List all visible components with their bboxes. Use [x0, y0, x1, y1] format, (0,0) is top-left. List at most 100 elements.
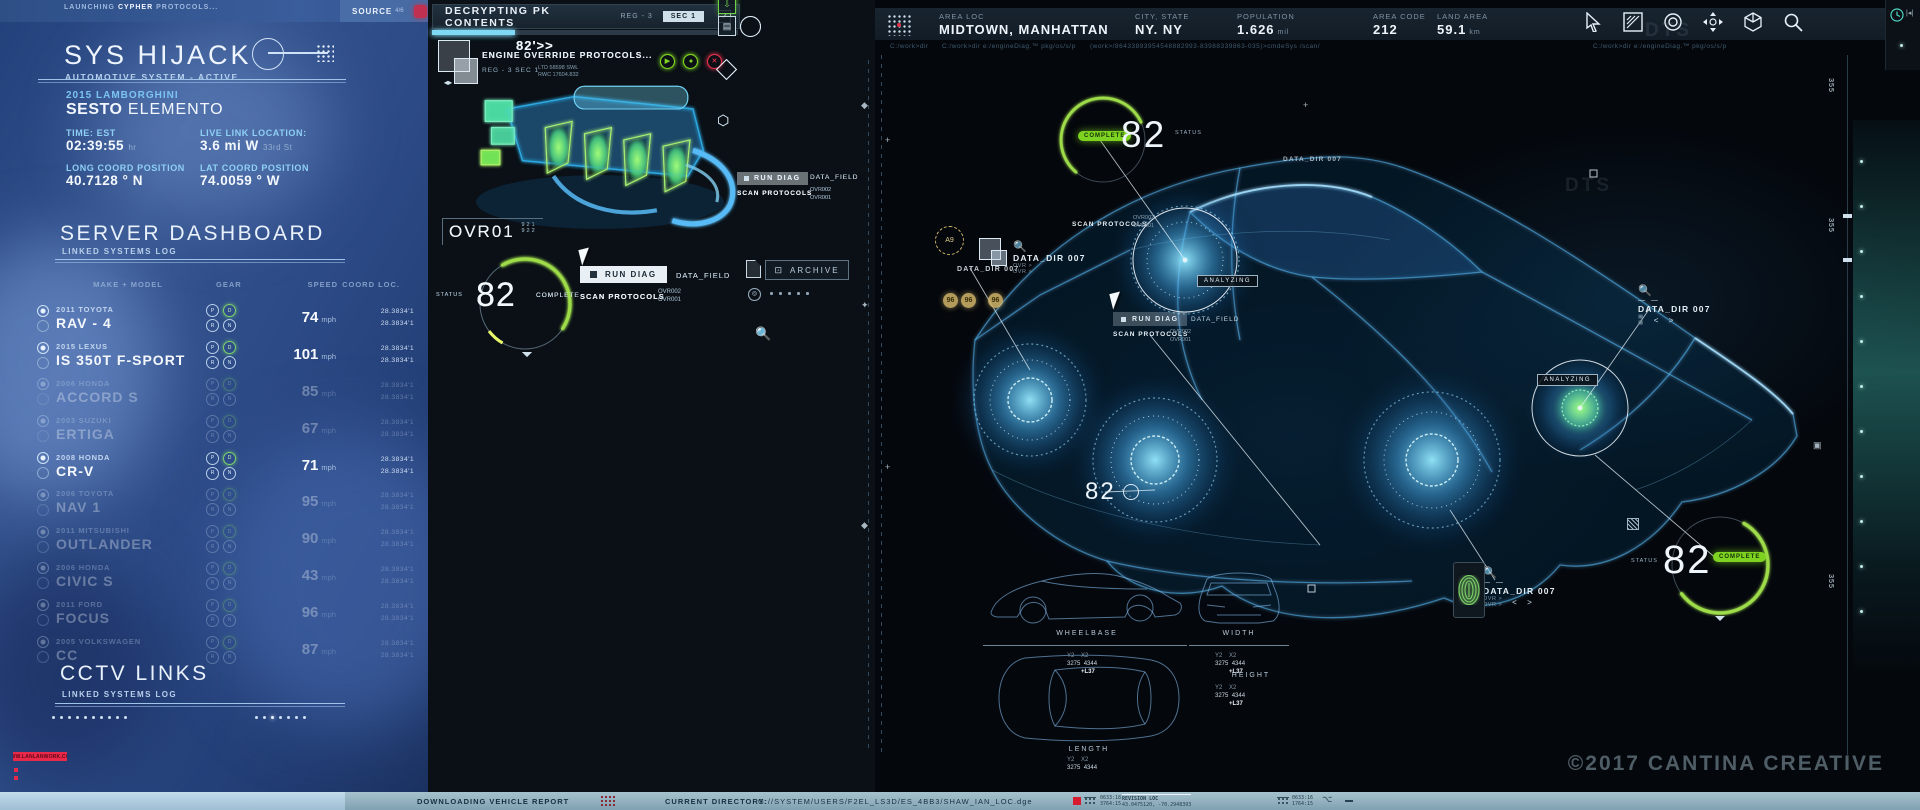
header-stat: AREA LOC MIDTOWN, MANHATTAN — [939, 12, 1135, 37]
gold-badge[interactable]: 96 — [961, 293, 976, 308]
protocol-status-text: ENGINE OVERRIDE PROTOCOLS... — [482, 50, 652, 60]
gold-badge[interactable]: 96 — [943, 293, 958, 308]
data-field-label: DATA_FIELD — [810, 174, 858, 181]
record-indicator — [1073, 797, 1081, 805]
section-title-server-dashboard: SERVER DASHBOARD — [60, 222, 325, 246]
data-dir-label[interactable]: DATA_DIR 007 — [957, 258, 1019, 276]
data-dir-block[interactable]: 🔍 DATA_DIR 007 OVR >OVR > — [1013, 240, 1086, 275]
table-row[interactable]: 2006 HONDA CIVIC S PDRN 43mph 28.3834'12… — [30, 558, 422, 595]
vehicle-year-make: 2011 TOYOTA — [56, 305, 206, 314]
row-status-icons[interactable] — [30, 305, 56, 332]
tree-icon: ⌥ — [1322, 794, 1332, 805]
dot-matrix-icon — [600, 795, 616, 807]
source-chip[interactable]: SOURCE 4/6 — [340, 0, 428, 22]
data-dir-block[interactable]: 🔍 — — DATA_DIR 007 OVR >OVR > < > — [1483, 566, 1556, 608]
prev-next-arrows[interactable]: < > — [1512, 598, 1536, 607]
cube-tool-icon[interactable] — [1741, 12, 1765, 34]
module-header[interactable]: DECRYPTING PK CONTENTS REG - 3 SEC 1 ✓ — [432, 4, 740, 29]
current-directory-path[interactable]: G://SYSTEM/USERS/F2EL_LS3D/ES_4BB3/SHAW_… — [758, 797, 1033, 806]
section-subtitle: LINKED SYSTEMS LOG — [62, 690, 177, 699]
table-header: MAKE + MODEL GEAR SPEED COORD LOC. — [40, 280, 400, 289]
scan-protocols-label: SCAN PROTOCOLS — [737, 190, 812, 197]
run-diag-button[interactable]: RUN DIAG — [580, 266, 667, 283]
table-row[interactable]: 2008 HONDA CR-V PDRN 71mph 28.3834'128.3… — [30, 447, 422, 484]
vehicle-coords: 28.3834'128.3834'1 — [336, 601, 414, 625]
source-record-icon[interactable] — [414, 5, 427, 18]
col-speed: SPEED — [274, 280, 338, 289]
vehicle-speed: 67mph — [264, 420, 336, 438]
table-row[interactable]: 2006 TOYOTA NAV 1 PDRN 95mph 28.3834'128… — [30, 484, 422, 521]
gear-indicator[interactable]: PDRN — [206, 599, 264, 627]
fingerprint-scanner[interactable] — [1453, 562, 1485, 618]
vehicle-model: FOCUS — [56, 610, 206, 626]
radio-icon[interactable]: ◎ — [748, 288, 761, 301]
sec-badge[interactable]: SEC 1 — [663, 11, 704, 22]
gear-indicator[interactable]: PDRN — [206, 378, 264, 406]
row-status-icons[interactable] — [30, 452, 56, 479]
cctv-dots-left[interactable] — [52, 716, 127, 719]
row-status-icons[interactable] — [30, 636, 56, 663]
image-tool-icon[interactable] — [1621, 12, 1645, 34]
circle-indicator-icon[interactable] — [740, 16, 761, 37]
row-status-icons[interactable] — [30, 489, 56, 516]
download-icon[interactable]: ⇩ — [718, 0, 736, 14]
cube-icon[interactable]: ⬡ — [717, 112, 729, 129]
table-row[interactable]: 2003 SUZUKI ERTIGA PDRN 67mph 28.3834'12… — [30, 410, 422, 447]
pointer-tool-icon[interactable] — [1581, 12, 1605, 34]
vehicle-year-make: 2006 HONDA — [56, 563, 206, 572]
table-row[interactable]: 2015 LEXUS IS 350T F-SPORT PDRN 101mph 2… — [30, 337, 422, 374]
module-title: DECRYPTING PK CONTENTS — [445, 5, 620, 29]
vehicle-model: RAV - 4 — [56, 315, 206, 331]
decrypt-module: DECRYPTING PK CONTENTS REG - 3 SEC 1 ✓ 8… — [428, 0, 875, 378]
table-row[interactable]: 2011 MITSUBISHI OUTLANDER PDRN 90mph 28.… — [30, 521, 422, 558]
gear-indicator[interactable]: PDRN — [206, 341, 264, 369]
row-status-icons[interactable] — [30, 562, 56, 589]
gear-indicator[interactable]: PDRN — [206, 415, 264, 443]
table-row[interactable]: 2006 HONDA ACCORD S PDRN 85mph 28.3834'1… — [30, 374, 422, 411]
vehicle-year-make: 2006 HONDA — [56, 379, 206, 388]
a9-marker[interactable]: A9 — [935, 226, 964, 255]
row-status-icons[interactable] — [30, 526, 56, 553]
archive-button[interactable]: ⊡ARCHIVE — [765, 260, 849, 280]
file-icon[interactable] — [746, 260, 761, 278]
row-status-icons[interactable] — [30, 378, 56, 405]
table-row[interactable]: 2011 FORD FOCUS PDRN 96mph 28.3834'128.3… — [30, 594, 422, 631]
folder-icon[interactable] — [991, 250, 1007, 266]
gear-indicator[interactable]: PDRN — [206, 562, 264, 590]
confirm-button[interactable]: ● — [683, 54, 698, 69]
sync-circle-icon — [252, 38, 284, 70]
run-diag-button-overlay[interactable]: RUN DIAG — [737, 172, 808, 185]
vehicle-coords: 28.3834'128.3834'1 — [336, 380, 414, 404]
move-tool-icon[interactable] — [1701, 12, 1725, 34]
magnifier-icon[interactable]: 🔍 — [1013, 240, 1086, 253]
run-diag-button[interactable]: RUN DIAG — [1113, 312, 1187, 326]
gear-indicator[interactable]: PDRN — [206, 636, 264, 664]
stat-long-coord: LONG COORD POSITION 40.7128 ° N — [66, 163, 185, 188]
measure-block: Y2 X2 3275 4344 +L37 — [1215, 684, 1245, 708]
gear-indicator[interactable]: PDRN — [206, 525, 264, 553]
vehicle-speed: 74mph — [264, 309, 336, 327]
gear-indicator[interactable]: PDRN — [206, 488, 264, 516]
search-tool-icon[interactable] — [1781, 12, 1805, 34]
row-status-icons[interactable] — [30, 415, 56, 442]
magnifier-icon[interactable]: 🔍 — [755, 326, 771, 342]
row-status-icons[interactable] — [30, 342, 56, 369]
vehicle-speed: 90mph — [264, 530, 336, 548]
gear-indicator[interactable]: PDRN — [206, 304, 264, 332]
vehicle-speed: 71mph — [264, 457, 336, 475]
cctv-dots-right[interactable] — [255, 716, 306, 719]
row-status-icons[interactable] — [30, 599, 56, 626]
gear-indicator[interactable]: PDRN — [206, 452, 264, 480]
data-dir-block[interactable]: 🔍 — — DATA_DIR 007 ▦▦ < > — [1638, 284, 1711, 326]
table-row[interactable]: 2011 TOYOTA RAV - 4 PDRN 74mph 28.3834'1… — [30, 300, 422, 337]
play-button[interactable]: ▶ — [660, 54, 675, 69]
dash-mark — [1345, 800, 1353, 802]
vehicle-model: CR-V — [56, 463, 206, 479]
magnifier-icon[interactable]: 🔍 — [1483, 566, 1556, 579]
magnifier-icon[interactable]: 🔍 — [1638, 284, 1711, 297]
meta-text: LTD 58598 SWLRWC 17604.832 — [538, 65, 579, 79]
document-icon[interactable]: ▤ — [718, 16, 736, 36]
prev-next-arrows[interactable]: < > — [1654, 316, 1678, 325]
gold-badge[interactable]: 96 — [988, 293, 1003, 308]
module-action-buttons[interactable]: ▶ ● ✕ — [656, 50, 722, 69]
